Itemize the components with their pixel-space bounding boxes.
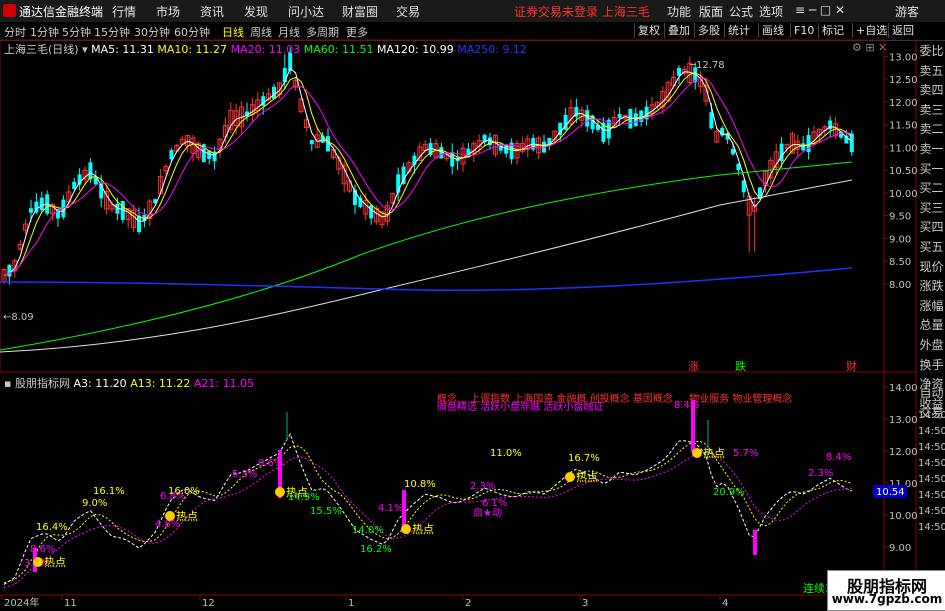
low-price-label: ←8.09 (3, 312, 34, 323)
hot-spot-icon (692, 448, 702, 458)
date-label: 2 (465, 598, 471, 609)
sub-axis-extra: 14:50 (918, 490, 945, 501)
kline-candle (369, 205, 374, 219)
hot-spot-label: 热点 (286, 486, 308, 499)
sub-axis-extra: 14:50 (918, 442, 945, 453)
main-axis-label: 9.00 (889, 234, 911, 245)
main-axis-label: 11.00 (889, 143, 918, 154)
hot-spot-label: 热点 (412, 523, 434, 536)
kline-candle (72, 181, 77, 190)
main-axis-label: 10.50 (889, 166, 918, 177)
marker-zhang: 涨 (688, 360, 699, 373)
pct-label: 16.4% (36, 522, 68, 533)
kline-candle (709, 112, 714, 129)
date-label: 12 (202, 598, 215, 609)
hot-spot-icon (33, 557, 43, 567)
date-label: 4 (722, 598, 728, 609)
watermark-url: www.7gpzb.com (831, 592, 943, 606)
pct-label: 16.7% (568, 453, 600, 464)
main-axis-label: 11.50 (889, 121, 918, 132)
ma5-line (3, 67, 853, 277)
pct-label: 16.2% (360, 544, 392, 555)
watermark: 股朋指标网 www.7gpzb.com (827, 570, 945, 611)
main-axis-label: 9.50 (889, 212, 911, 223)
kline-candle (617, 114, 622, 118)
pct-label: 5.7% (733, 448, 758, 459)
pct-label: 2.3% (808, 468, 833, 479)
kline-candle (272, 86, 276, 99)
sub-axis-extra: 14:50 (918, 474, 945, 485)
kline-candle (29, 208, 33, 213)
pct-label: 11.0% (490, 448, 522, 459)
pct-label: 10.8% (404, 479, 436, 490)
main-axis-label: 10.00 (889, 189, 918, 200)
high-price-label: ─12.78 (689, 60, 725, 71)
marker-cai: 财 (846, 359, 857, 373)
pct-label: 4.1% (378, 503, 403, 514)
sub-axis-extra: 14:50 (918, 426, 945, 437)
sub-axis-label: 9.00 (889, 543, 911, 554)
pct-label: 15.5% (310, 506, 342, 517)
ma20-line (3, 77, 852, 277)
hot-spot-icon (401, 524, 411, 534)
concept-bottom-label: 微盘精选 活跃小盘非融 活跃小盘融证 (437, 400, 603, 413)
pct-label: 8.4% (826, 452, 851, 463)
hot-spot-label: 热点 (576, 471, 598, 484)
sub-axis-label: 10.00 (889, 511, 918, 522)
kline-candle (282, 68, 287, 83)
pct-label: 8.6% (258, 458, 283, 469)
signal-bar (753, 530, 757, 555)
main-axis-label: 12.50 (889, 75, 918, 86)
kline-chart[interactable]: 13.00 12.50 12.00 11.50 11.00 10.50 10.00 9.50 9… (0, 0, 945, 609)
main-axis-label: 8.00 (889, 280, 911, 291)
kline-candle (731, 148, 735, 155)
sub-axis-extra: 14:50 (918, 522, 945, 533)
main-axis-label: 12.00 (889, 98, 918, 109)
sub-axis-extra: 14:50 (918, 410, 945, 421)
pct-label: 8.6% (30, 544, 55, 555)
date-label: 3 (582, 598, 588, 609)
date-label: 2024年 (4, 596, 39, 609)
hot-spot-label: 热点 (703, 447, 725, 460)
pct-label: 14.0% (352, 525, 384, 536)
kline-candle (7, 264, 12, 277)
pct-label: 8.4% (674, 400, 699, 411)
pct-label: 20.9% (713, 487, 745, 498)
ma120-line (0, 179, 853, 353)
main-axis-label: 13.00 (889, 52, 918, 63)
pct-label: 9.0% (82, 498, 107, 509)
sub-axis-label: 14.00 (889, 383, 918, 394)
hot-spot-icon (165, 511, 175, 521)
kline-candle (585, 110, 590, 127)
sub-axis-label: 13.00 (889, 415, 918, 426)
sub-axis-extra: 14:50 (918, 506, 945, 517)
a21-line (3, 450, 852, 589)
sub-axis-extra: 14:50 (918, 458, 945, 469)
hot-spot-icon (275, 487, 285, 497)
pct-label: 5.3% (232, 469, 257, 480)
marker-die: 跌 (735, 359, 746, 373)
hot-spot-label: 热点 (44, 556, 66, 569)
pct-label: 16.1% (93, 486, 125, 497)
kline-candle (309, 140, 314, 145)
main-axis-label: 8.50 (889, 257, 911, 268)
ma60-line (0, 161, 853, 351)
date-label: 11 (64, 598, 77, 609)
kline-candle (39, 197, 44, 211)
kline-candle (801, 143, 806, 151)
date-label: 1 (348, 598, 354, 609)
kline-candle (137, 215, 141, 232)
hot-spot-label: 热点 (176, 510, 198, 523)
sub-axis-label: 12.00 (889, 447, 918, 458)
qidong-label: 启★动 (473, 506, 502, 519)
hot-spot-icon (565, 472, 575, 482)
current-value-text: 10.54 (876, 487, 905, 498)
pct-label: 2.3% (470, 481, 495, 492)
kline-candle (677, 68, 681, 76)
pct-label: 16.0% (168, 486, 200, 497)
